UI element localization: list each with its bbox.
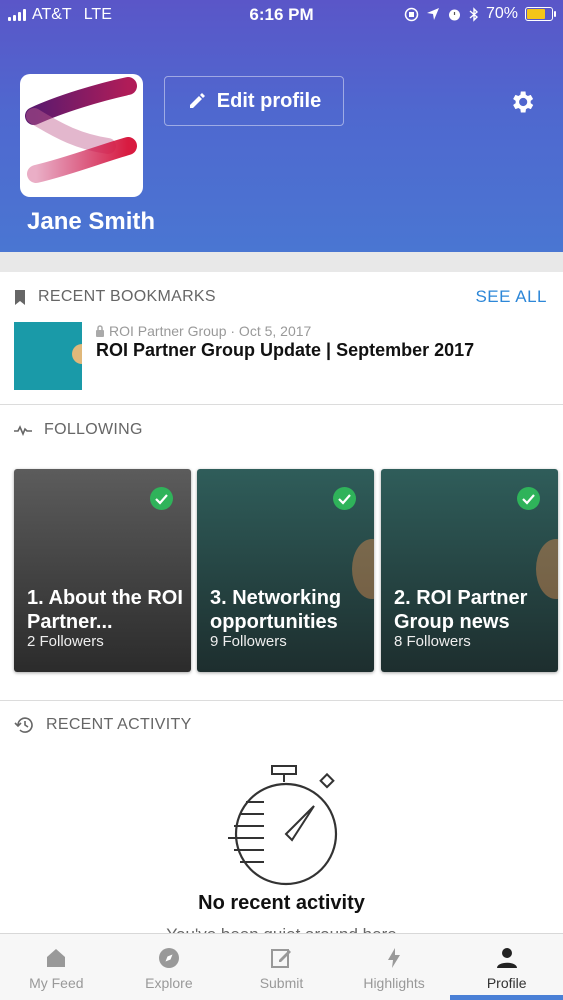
brand-logo-icon [25,77,137,183]
status-bar: AT&T LTE 6:16 PM 70% [0,0,563,30]
divider [0,404,563,405]
tab-highlights[interactable]: Highlights [338,934,451,1000]
user-name: Jane Smith [27,208,156,235]
following-card[interactable]: 3. Networking opportunities 9 Followers [197,469,374,672]
tab-label: Profile [486,975,527,991]
person-icon [496,948,517,968]
following-card[interactable]: 2. ROI Partner Group news 8 Followers [381,469,558,672]
see-all-bookmarks-link[interactable]: SEE ALL [475,287,547,307]
edit-icon [271,949,292,968]
bookmark-title: ROI Partner Group Update | September 201… [96,340,475,360]
section-separator [0,252,563,272]
activity-title: RECENT ACTIVITY [46,716,192,733]
divider [0,700,563,701]
bottom-tab-bar: My Feed Explore Submit Highlights Profil… [0,933,563,1000]
empty-state-title: No recent activity [198,892,365,914]
bookmark-meta-text: ROI Partner Group · Oct 5, 2017 [109,323,312,339]
check-icon [517,487,540,510]
orientation-lock-icon [404,7,419,21]
following-section-header: FOLLOWING [14,421,143,439]
battery-percent: 70% [485,5,518,22]
tab-profile[interactable]: Profile [450,934,563,1000]
lock-icon [96,325,104,337]
check-icon [333,487,356,510]
card-title: 3. Networking opportunities [210,587,342,633]
battery-icon [525,7,556,21]
pencil-icon [189,93,205,108]
check-icon [150,487,173,510]
bolt-icon [388,948,401,968]
bookmark-thumbnail [14,322,82,390]
history-icon [14,717,33,733]
tab-label: Highlights [363,975,425,991]
card-followers: 8 Followers [394,633,471,650]
activity-section-header: RECENT ACTIVITY [14,716,192,734]
alarm-icon [448,9,460,20]
edit-profile-button[interactable]: Edit profile [164,76,344,126]
profile-header: AT&T LTE 6:16 PM 70% Edit profile Jane S… [0,0,563,252]
tab-explore[interactable]: Explore [113,934,226,1000]
tab-submit[interactable]: Submit [225,934,338,1000]
tab-label: Explore [145,975,193,991]
battery-level [527,9,546,19]
bookmarks-title: RECENT BOOKMARKS [38,288,216,305]
compass-icon [158,948,179,968]
avatar[interactable] [20,74,143,197]
location-arrow-icon [426,8,439,20]
tab-label: My Feed [29,975,84,991]
bookmark-icon [15,289,25,305]
card-title: 2. ROI Partner Group news [394,587,528,633]
home-icon [47,949,66,967]
bookmarks-section-header: RECENT BOOKMARKS [14,288,216,306]
following-card[interactable]: 1. About the ROI Partner... 2 Followers [14,469,191,672]
card-followers: 2 Followers [27,633,104,650]
edit-profile-label: Edit profile [216,89,322,112]
status-icons: 70% [404,5,556,23]
following-title: FOLLOWING [44,421,143,438]
stopwatch-icon [228,765,338,886]
tab-my-feed[interactable]: My Feed [0,934,113,1000]
card-title: 1. About the ROI Partner... [27,587,183,633]
activity-pulse-icon [14,425,32,436]
tab-label: Submit [259,975,304,991]
bluetooth-icon [469,6,478,22]
settings-gear-icon[interactable] [508,88,536,116]
card-followers: 9 Followers [210,633,287,650]
bookmark-meta: ROI Partner Group · Oct 5, 2017 [95,323,311,339]
